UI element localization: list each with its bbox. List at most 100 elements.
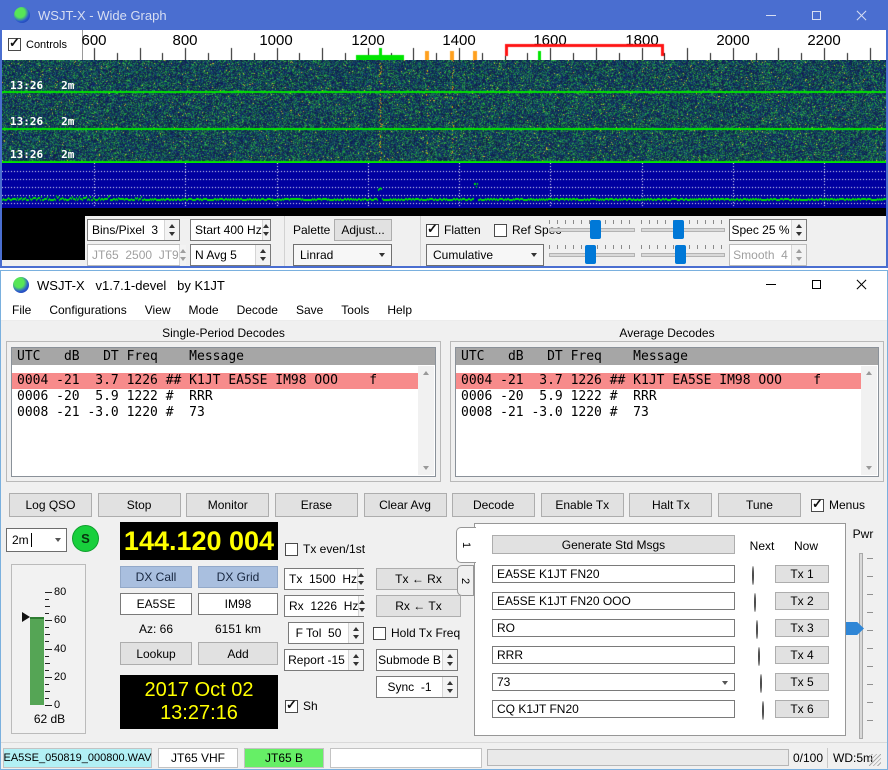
rx-from-tx-button[interactable]: Rx ← Tx xyxy=(376,595,461,617)
maximize-button[interactable] xyxy=(802,275,830,294)
menu-file[interactable]: File xyxy=(3,303,40,317)
sync-status-indicator[interactable]: S xyxy=(72,525,99,552)
tx-message-6-field[interactable]: CQ K1JT FN20 xyxy=(492,700,735,718)
spin-up-icon[interactable] xyxy=(796,224,802,228)
menu-view[interactable]: View xyxy=(136,303,180,317)
spin-up-icon[interactable] xyxy=(169,224,175,228)
generate-std-msgs-button[interactable]: Generate Std Msgs xyxy=(492,535,735,554)
dx-grid-header[interactable]: DX Grid xyxy=(198,566,278,588)
tx-message-1-radio[interactable] xyxy=(752,566,754,585)
maximize-button[interactable] xyxy=(802,6,830,25)
decode-row[interactable]: 0006 -20 5.9 1222 # RRR xyxy=(12,389,418,405)
close-button[interactable] xyxy=(847,275,875,294)
chevron-down-icon[interactable] xyxy=(55,538,61,542)
spin-up-icon[interactable] xyxy=(359,600,365,604)
band-select[interactable]: 2m xyxy=(6,528,67,552)
enable-tx-button[interactable]: Enable Tx xyxy=(541,493,624,517)
tx-message-5-combo[interactable]: 73 xyxy=(492,673,735,691)
tx-message-3-radio[interactable] xyxy=(756,620,758,639)
menu-mode[interactable]: Mode xyxy=(180,303,228,317)
tx-message-6-button[interactable]: Tx 6 xyxy=(775,700,829,718)
monitor-button[interactable]: Monitor xyxy=(186,493,269,517)
tx-message-2-button[interactable]: Tx 2 xyxy=(775,592,829,610)
dx-call-header[interactable]: DX Call xyxy=(120,566,192,588)
scroll-up-icon[interactable] xyxy=(866,371,872,375)
spin-down-icon[interactable] xyxy=(353,662,359,666)
spin-up-icon[interactable] xyxy=(353,627,359,631)
menu-tools[interactable]: Tools xyxy=(332,303,378,317)
clear-avg-button[interactable]: Clear Avg xyxy=(364,493,447,517)
decode-row[interactable]: 0004 -21 3.7 1226 ## K1JT EA5SE IM98 OOO… xyxy=(12,373,418,389)
bins-pixel-spinner[interactable]: Bins/Pixel 3 xyxy=(87,219,180,241)
slider-handle[interactable] xyxy=(590,220,601,239)
menus-checkbox[interactable]: Menus xyxy=(811,498,865,512)
menu-decode[interactable]: Decode xyxy=(228,303,287,317)
tx-message-4-field[interactable]: RRR xyxy=(492,646,735,664)
flatten-checkbox[interactable]: Flatten xyxy=(426,223,481,237)
tx-message-4-button[interactable]: Tx 4 xyxy=(775,646,829,664)
tab-1[interactable]: 1 xyxy=(456,527,476,563)
f-tol-spinner[interactable]: F Tol 50 xyxy=(288,622,364,644)
tx-message-3-button[interactable]: Tx 3 xyxy=(775,619,829,637)
resize-grip-icon[interactable] xyxy=(869,754,881,766)
palette-select[interactable]: Linrad xyxy=(293,244,392,266)
slider-handle[interactable] xyxy=(673,220,684,239)
menu-configurations[interactable]: Configurations xyxy=(40,303,135,317)
spin-up-icon[interactable] xyxy=(353,654,359,658)
scrollbar[interactable] xyxy=(418,366,434,475)
spin-down-icon[interactable] xyxy=(447,689,453,693)
spin-down-icon[interactable] xyxy=(260,257,266,261)
menu-save[interactable]: Save xyxy=(287,303,332,317)
scrollbar[interactable] xyxy=(861,366,877,475)
decode-row[interactable]: 0008 -21 -3.0 1220 # 73 xyxy=(12,405,418,421)
display-mode-select[interactable]: Cumulative xyxy=(426,244,544,266)
tx-freq-spinner[interactable]: Tx 1500 Hz xyxy=(284,568,364,590)
tx-message-3-field[interactable]: RO xyxy=(492,619,735,637)
sync-spinner[interactable]: Sync -1 xyxy=(376,676,458,698)
spin-down-icon[interactable] xyxy=(263,232,269,236)
submode-spinner[interactable]: Submode B xyxy=(376,649,458,671)
rx-freq-spinner[interactable]: Rx 1226 Hz xyxy=(284,595,364,617)
menu-help[interactable]: Help xyxy=(378,303,421,317)
tx-message-2-field[interactable]: EA5SE K1JT FN20 OOO xyxy=(492,592,735,610)
tab-2[interactable]: 2 xyxy=(457,565,474,596)
spin-down-icon[interactable] xyxy=(796,232,802,236)
scroll-up-icon[interactable] xyxy=(423,371,429,375)
pwr-slider-track[interactable] xyxy=(859,553,863,739)
stop-button[interactable]: Stop xyxy=(98,493,181,517)
tx-message-1-field[interactable]: EA5SE K1JT FN20 xyxy=(492,565,735,583)
waterfall-display[interactable] xyxy=(2,60,886,163)
dx-grid-input[interactable]: IM98 xyxy=(198,593,278,615)
dx-call-input[interactable]: EA5SE xyxy=(120,593,192,615)
report-spinner[interactable]: Report -15 xyxy=(284,649,364,671)
spec-percent-spinner[interactable]: Spec 25 % xyxy=(729,219,807,241)
decode-row[interactable]: 0006 -20 5.9 1222 # RRR xyxy=(456,389,861,405)
spectrum-display[interactable] xyxy=(2,163,886,208)
spin-up-icon[interactable] xyxy=(260,249,266,253)
lookup-button[interactable]: Lookup xyxy=(120,642,192,665)
spin-down-icon[interactable] xyxy=(358,581,364,585)
tx-message-5-button[interactable]: Tx 5 xyxy=(775,673,829,691)
palette-adjust-button[interactable]: Adjust... xyxy=(334,219,392,241)
scroll-down-icon[interactable] xyxy=(866,466,872,470)
erase-button[interactable]: Erase xyxy=(275,493,358,517)
slider-handle[interactable] xyxy=(585,245,596,264)
tune-button[interactable]: Tune xyxy=(718,493,801,517)
decode-row[interactable]: 0004 -21 3.7 1226 ## K1JT EA5SE IM98 OOO… xyxy=(456,373,861,389)
wide-graph-titlebar[interactable]: WSJT-X - Wide Graph xyxy=(0,0,888,30)
spin-up-icon[interactable] xyxy=(263,224,269,228)
slider-handle[interactable] xyxy=(675,245,686,264)
spin-up-icon[interactable] xyxy=(447,681,453,685)
decode-button[interactable]: Decode xyxy=(452,493,535,517)
decode-row[interactable]: 0008 -21 -3.0 1220 # 73 xyxy=(456,405,861,421)
spin-up-icon[interactable] xyxy=(358,573,364,577)
n-avg-spinner[interactable]: N Avg 5 xyxy=(190,244,271,266)
frequency-display[interactable]: 144.120 004 xyxy=(120,522,278,560)
spin-up-icon[interactable] xyxy=(447,654,453,658)
tx-message-6-radio[interactable] xyxy=(762,701,764,720)
minimize-button[interactable] xyxy=(757,275,785,294)
hold-tx-freq-checkbox[interactable]: Hold Tx Freq xyxy=(373,626,460,640)
minimize-button[interactable] xyxy=(757,6,785,25)
start-freq-spinner[interactable]: Start 400 Hz xyxy=(190,219,271,241)
tx-message-5-radio[interactable] xyxy=(760,674,762,693)
